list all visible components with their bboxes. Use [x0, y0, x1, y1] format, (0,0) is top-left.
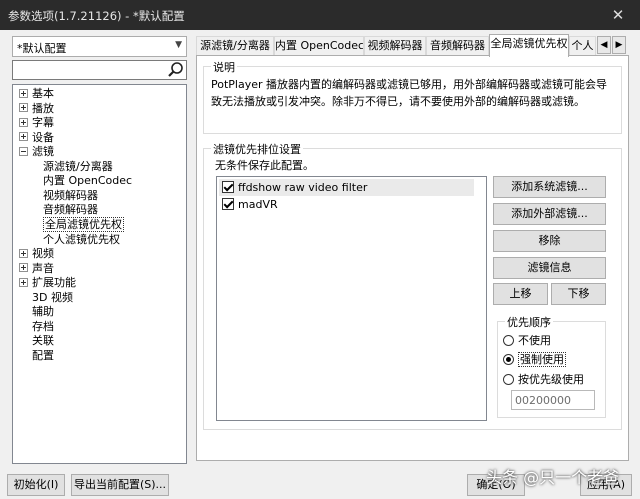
expand-icon[interactable]	[19, 277, 28, 287]
tree-item[interactable]: 配置	[32, 349, 54, 363]
tab[interactable]: 视频解码器	[364, 36, 426, 56]
filter-list-item[interactable]: ffdshow raw video filter	[219, 179, 474, 196]
move-up-button[interactable]: 上移	[493, 283, 548, 305]
radio-button[interactable]	[503, 353, 514, 365]
tree-item-label: 全局滤镜优先权	[43, 216, 124, 232]
collapse-icon[interactable]	[19, 146, 28, 156]
tree-item-label: 基本	[32, 87, 54, 100]
filter-info-button[interactable]: 滤镜信息	[493, 257, 606, 279]
expand-icon[interactable]	[19, 248, 28, 258]
add-external-filter-button[interactable]: 添加外部滤镜...	[493, 203, 606, 225]
order-option-label: 强制使用	[518, 352, 566, 367]
filter-checkbox[interactable]	[222, 198, 234, 210]
add-system-filter-button[interactable]: 添加系统滤镜...	[493, 176, 606, 198]
tree-item[interactable]: 视频解码器	[43, 189, 98, 203]
expand-icon[interactable]	[19, 263, 28, 273]
order-option[interactable]: 不使用	[503, 333, 551, 348]
tree-item-label: 视频解码器	[43, 188, 98, 202]
tab[interactable]: 全局滤镜优先权	[489, 34, 569, 57]
tree-item-label: 视频	[32, 247, 54, 261]
settings-tree[interactable]: 基本 播放 字幕 设备 滤镜 源滤镜/分离器 内置 OpenCodec 视频解码器 音频解码器全…	[12, 84, 187, 464]
tree-item-label: 配置	[32, 348, 54, 362]
window-title: 参数选项(1.7.21126) - *默认配置	[8, 9, 185, 23]
filter-label: ffdshow raw video filter	[238, 181, 368, 194]
priority-legend: 滤镜优先排位设置	[211, 141, 303, 157]
tree-item[interactable]: 声音	[19, 262, 54, 276]
tree-item-label: 3D 视频	[32, 290, 73, 304]
tree-item-label: 存档	[32, 319, 54, 333]
filter-list[interactable]: ffdshow raw video filter madVR	[216, 176, 487, 421]
chevron-right-icon[interactable]: ▶	[612, 36, 626, 54]
tree-item[interactable]: 滤镜	[19, 145, 54, 159]
chevron-left-icon[interactable]: ◀	[597, 36, 611, 54]
tree-item[interactable]: 个人滤镜优先权	[43, 233, 120, 247]
tree-item[interactable]: 设备	[19, 131, 54, 145]
tree-item-label: 关联	[32, 334, 54, 348]
order-option[interactable]: 按优先级使用	[503, 372, 584, 387]
expand-icon[interactable]	[19, 88, 28, 98]
tab[interactable]: 个人	[569, 36, 596, 56]
tree-item[interactable]: 3D 视频	[32, 291, 73, 305]
tree-item-label: 声音	[32, 261, 54, 275]
watermark: 头条 @只一个老爸	[486, 468, 620, 487]
search-icon[interactable]	[167, 61, 185, 79]
tab[interactable]: 源滤镜/分离器	[196, 36, 274, 56]
expand-icon[interactable]	[19, 103, 28, 113]
expand-icon[interactable]	[19, 132, 28, 142]
tree-item[interactable]: 音频解码器	[43, 203, 98, 217]
tree-item-label: 音频解码器	[43, 203, 98, 217]
filter-list-item[interactable]: madVR	[219, 196, 474, 213]
order-option-label: 按优先级使用	[518, 373, 584, 386]
tree-item-label: 个人滤镜优先权	[43, 232, 120, 246]
tree-item-label: 辅助	[32, 305, 54, 319]
remove-filter-button[interactable]: 移除	[493, 230, 606, 252]
tree-item[interactable]: 辅助	[32, 305, 54, 319]
tree-item[interactable]: 字幕	[19, 116, 54, 130]
tree-item-label: 字幕	[32, 116, 54, 130]
filter-checkbox[interactable]	[222, 181, 234, 193]
search-field[interactable]	[12, 60, 187, 80]
order-option-label: 不使用	[518, 334, 551, 347]
tree-item-label: 扩展功能	[32, 276, 76, 290]
profile-dropdown-value: *默认配置	[17, 42, 67, 55]
close-icon[interactable]: ✕	[596, 0, 640, 30]
tree-item-label: 滤镜	[32, 145, 54, 159]
tree-item[interactable]: 全局滤镜优先权	[43, 216, 124, 232]
priority-value-input[interactable]	[511, 390, 595, 410]
order-legend: 优先顺序	[505, 314, 553, 330]
expand-icon[interactable]	[19, 117, 28, 127]
export-config-button[interactable]: 导出当前配置(S)...	[71, 474, 169, 496]
chevron-down-icon: ▼	[175, 40, 182, 50]
tab-strip: 源滤镜/分离器 内置 OpenCodec 视频解码器 音频解码器 全局滤镜优先权 个人 ◀ ▶	[196, 34, 628, 57]
title-bar: 参数选项(1.7.21126) - *默认配置 ✕	[0, 0, 640, 30]
move-down-button[interactable]: 下移	[551, 283, 606, 305]
tree-item[interactable]: 播放	[19, 102, 54, 116]
radio-button[interactable]	[503, 334, 514, 346]
profile-dropdown[interactable]: *默认配置 ▼	[12, 36, 187, 57]
tree-item[interactable]: 扩展功能	[19, 276, 76, 290]
radio-button[interactable]	[503, 373, 514, 385]
filter-label: madVR	[238, 198, 278, 211]
tree-item[interactable]: 存档	[32, 320, 54, 334]
tree-item-label: 播放	[32, 101, 54, 115]
tree-item-label: 源滤镜/分离器	[43, 159, 113, 173]
search-input[interactable]	[15, 62, 165, 78]
order-option[interactable]: 强制使用	[503, 352, 566, 367]
tree-item[interactable]: 内置 OpenCodec	[43, 174, 132, 188]
tree-item[interactable]: 源滤镜/分离器	[43, 160, 113, 174]
tab[interactable]: 音频解码器	[426, 36, 489, 56]
init-button[interactable]: 初始化(I)	[7, 474, 65, 496]
tree-item[interactable]: 关联	[32, 334, 54, 348]
tree-item[interactable]: 视频	[19, 247, 54, 261]
tree-item-label: 内置 OpenCodec	[43, 174, 133, 188]
description-legend: 说明	[211, 59, 237, 75]
priority-note: 无条件保存此配置。	[215, 159, 314, 172]
description-text: PotPlayer 播放器内置的编解码器或滤镜已够用，用外部编解码器或滤镜可能会…	[211, 78, 608, 108]
tree-item-label: 设备	[32, 130, 54, 144]
tab[interactable]: 内置 OpenCodec	[274, 36, 364, 56]
tree-item[interactable]: 基本	[19, 87, 54, 101]
